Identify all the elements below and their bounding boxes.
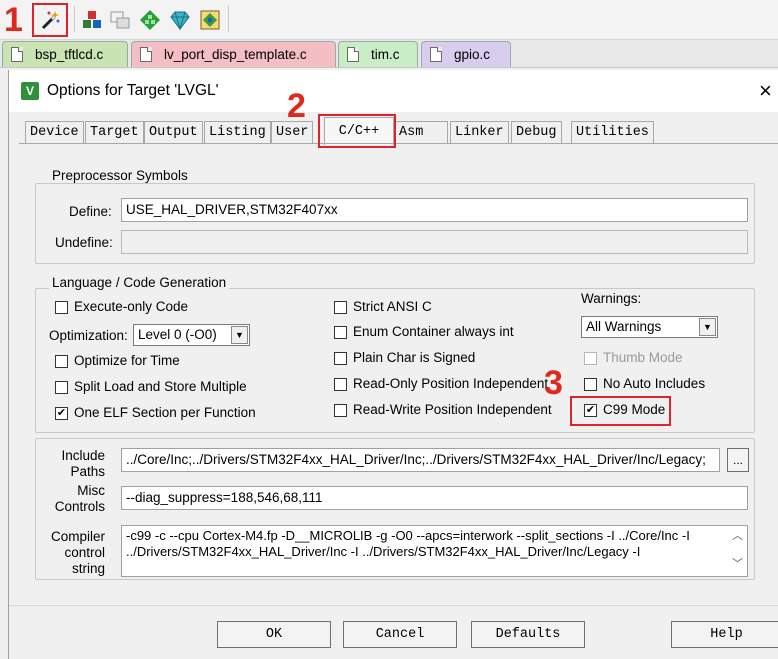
execute-only-label: Execute-only Code [74,299,189,314]
compiler-control-line: -c99 -c --cpu Cortex-M4.fp -D__MICROLIB … [126,528,690,543]
file-icon [347,47,359,62]
manage-components-icon[interactable] [80,8,104,32]
file-tab-bar: bsp_tftlcd.c lv_port_disp_template.c tim… [0,40,778,68]
ok-button[interactable]: OK [217,621,331,648]
file-icon [430,47,442,62]
help-button[interactable]: Help [671,621,778,648]
warnings-dropdown[interactable]: All Warnings ▼ [581,316,718,338]
file-tab-gpio[interactable]: gpio.c [421,41,511,67]
language-group-title: Language / Code Generation [49,275,230,290]
enum-container-checkbox[interactable] [334,326,347,339]
file-icon [11,47,23,62]
file-tab-tim[interactable]: tim.c [338,41,418,67]
file-icon [140,47,152,62]
tab-underline [19,143,778,144]
app-icon: V [21,82,39,100]
callout-2: 2 [287,87,306,125]
one-elf-checkbox[interactable]: ✔ [55,407,68,420]
callout-3: 3 [544,364,563,402]
c99-mode-checkbox[interactable]: ✔ [584,404,597,417]
chevron-down-icon: ▼ [699,318,716,336]
tab-debug[interactable]: Debug [511,121,562,143]
chevron-down-icon: ▼ [231,326,248,344]
dialog-title-bar: V Options for Target 'LVGL' × [9,70,778,112]
options-dialog: V Options for Target 'LVGL' × 2 Device T… [8,70,778,659]
rw-position-label: Read-Write Position Independent [353,402,552,417]
misc-controls-label: Misc Controls [54,483,105,514]
file-tab-label: tim.c [371,47,400,62]
tab-target[interactable]: Target [85,121,144,143]
optimize-time-checkbox[interactable] [55,355,68,368]
dialog-title: Options for Target 'LVGL' [47,82,219,99]
file-tab-label: gpio.c [454,47,491,62]
one-elf-label: One ELF Section per Function [74,405,256,420]
file-tab-label: lv_port_disp_template.c [164,47,307,62]
scroll-down-icon[interactable]: ﹀ [732,556,743,572]
misc-controls-input[interactable]: --diag_suppress=188,546,68,111 [121,486,748,510]
c99-mode-label: C99 Mode [603,402,666,417]
plain-char-label: Plain Char is Signed [353,350,476,365]
split-load-label: Split Load and Store Multiple [74,379,247,394]
split-load-checkbox[interactable] [55,381,68,394]
button-bar-separator [9,605,778,606]
strict-ansi-checkbox[interactable] [334,301,347,314]
tab-linker[interactable]: Linker [450,121,509,143]
toolbar: 1 [0,0,778,40]
optimization-dropdown[interactable]: Level 0 (-O0) ▼ [133,324,250,346]
optimization-value: Level 0 (-O0) [138,327,217,342]
options-for-target-icon[interactable] [38,8,62,32]
close-icon[interactable]: × [759,78,772,104]
ro-position-label: Read-Only Position Independent [353,376,549,391]
cancel-button[interactable]: Cancel [343,621,457,648]
compiler-control-label: Compiler control string [50,529,105,576]
include-paths-label: Include Paths [61,448,105,479]
pack-installer-icon[interactable] [168,8,192,32]
file-tab-lv-port-disp-template[interactable]: lv_port_disp_template.c [131,41,336,67]
run-time-env-icon[interactable] [198,8,222,32]
strict-ansi-label: Strict ANSI C [353,299,432,314]
toolbar-separator [74,6,75,32]
undefine-input[interactable] [121,230,748,254]
warnings-label: Warnings: [581,291,642,306]
highlight-box-2 [318,114,396,148]
tab-user[interactable]: User [271,121,314,143]
optimize-time-label: Optimize for Time [74,353,180,368]
ro-position-checkbox[interactable] [334,378,347,391]
define-input[interactable]: USE_HAL_DRIVER,STM32F407xx [121,198,748,222]
callout-1: 1 [4,1,23,39]
include-paths-input[interactable]: ../Core/Inc;../Drivers/STM32F4xx_HAL_Dri… [121,448,720,472]
no-auto-includes-label: No Auto Includes [603,376,706,391]
warnings-value: All Warnings [586,319,662,334]
tab-device[interactable]: Device [25,121,84,143]
plain-char-checkbox[interactable] [334,352,347,365]
execute-only-checkbox[interactable] [55,301,68,314]
thumb-mode-label: Thumb Mode [603,350,683,365]
file-extensions-icon[interactable] [108,8,132,32]
include-paths-browse-button[interactable]: ... [727,448,749,472]
optimization-label: Optimization: [49,328,128,343]
rw-position-checkbox[interactable] [334,404,347,417]
file-tab-label: bsp_tftlcd.c [35,47,104,62]
tab-listing[interactable]: Listing [204,121,271,143]
toolbar-separator [228,6,229,32]
defaults-button[interactable]: Defaults [471,621,585,648]
file-tab-bsp-tftlcd[interactable]: bsp_tftlcd.c [2,41,128,67]
define-label: Define: [69,204,112,219]
preprocessor-group-title: Preprocessor Symbols [49,168,191,183]
tab-output[interactable]: Output [144,121,203,143]
compiler-control-textarea[interactable]: -c99 -c --cpu Cortex-M4.fp -D__MICROLIB … [121,525,748,577]
tab-utilities[interactable]: Utilities [571,121,654,143]
select-packs-icon[interactable] [138,8,162,32]
scroll-up-icon[interactable]: ︿ [732,528,743,544]
tab-asm[interactable]: Asm [394,121,448,143]
compiler-control-line: ../Drivers/STM32F4xx_HAL_Driver/Inc -I .… [126,544,641,559]
undefine-label: Undefine: [55,235,113,250]
thumb-mode-checkbox[interactable] [584,352,597,365]
enum-container-label: Enum Container always int [353,324,514,339]
no-auto-includes-checkbox[interactable] [584,378,597,391]
